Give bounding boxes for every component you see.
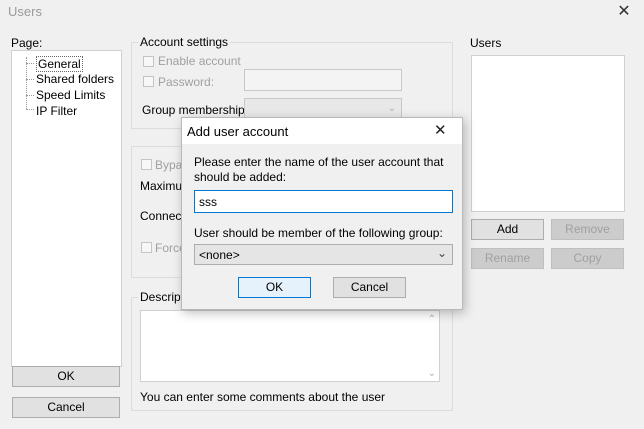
username-input[interactable]: sss bbox=[194, 190, 453, 213]
title-bar bbox=[0, 0, 644, 24]
password-checkbox[interactable] bbox=[143, 76, 154, 87]
dialog-title: Add user account bbox=[187, 124, 289, 139]
page-label: Page: bbox=[11, 36, 43, 50]
users-list[interactable] bbox=[471, 55, 625, 212]
tree-item-ip-filter[interactable]: IP Filter bbox=[36, 104, 77, 118]
enable-account-checkbox[interactable] bbox=[143, 56, 154, 67]
window-close-button[interactable]: ✕ bbox=[604, 0, 644, 24]
close-icon: ✕ bbox=[617, 3, 631, 20]
window-title: Users bbox=[8, 4, 42, 19]
copy-user-button[interactable]: Copy bbox=[551, 248, 624, 269]
description-hint: You can enter some comments about the us… bbox=[140, 390, 386, 404]
tree-item-general[interactable]: General bbox=[36, 56, 83, 72]
page-tree[interactable]: General Shared folders Speed Limits IP F… bbox=[11, 50, 122, 367]
close-icon: ✕ bbox=[434, 122, 447, 139]
username-value: sss bbox=[199, 195, 217, 209]
add-user-button[interactable]: Add bbox=[471, 219, 544, 240]
add-user-dialog: Add user account ✕ Please enter the name… bbox=[181, 117, 463, 310]
group-membership-label: Group membership: bbox=[142, 103, 249, 117]
password-field[interactable] bbox=[244, 69, 402, 91]
tree-connector bbox=[26, 57, 27, 109]
tree-tick bbox=[26, 95, 34, 96]
tree-item-shared-folders[interactable]: Shared folders bbox=[36, 72, 114, 86]
scroll-up-icon[interactable]: ⌃ bbox=[428, 314, 436, 325]
tree-tick bbox=[26, 63, 34, 64]
cancel-button[interactable]: Cancel bbox=[12, 397, 120, 418]
remove-user-button[interactable]: Remove bbox=[551, 219, 624, 240]
users-label: Users bbox=[470, 36, 502, 50]
scroll-down-icon[interactable]: ⌄ bbox=[428, 368, 436, 379]
tree-tick bbox=[26, 109, 34, 110]
dialog-cancel-button[interactable]: Cancel bbox=[333, 277, 406, 298]
chevron-down-icon: ⌄ bbox=[387, 103, 396, 114]
dialog-close-button[interactable]: ✕ bbox=[434, 121, 447, 139]
description-textarea[interactable]: ⌃ ⌄ bbox=[140, 310, 440, 382]
chevron-down-icon: ⌄ bbox=[436, 246, 447, 260]
dialog-ok-button[interactable]: OK bbox=[238, 277, 311, 298]
password-label: Password: bbox=[158, 75, 215, 89]
bypass-checkbox[interactable] bbox=[141, 159, 152, 170]
group-select[interactable]: <none> ⌄ bbox=[194, 244, 453, 265]
enable-account-label: Enable account bbox=[158, 54, 241, 68]
group-prompt: User should be member of the following g… bbox=[194, 226, 443, 240]
dialog-prompt: Please enter the name of the user accoun… bbox=[194, 155, 444, 184]
tree-item-speed-limits[interactable]: Speed Limits bbox=[36, 88, 105, 102]
rename-user-button[interactable]: Rename bbox=[471, 248, 544, 269]
ok-button[interactable]: OK bbox=[12, 366, 120, 387]
group-select-value: <none> bbox=[199, 248, 240, 262]
account-settings-legend: Account settings bbox=[138, 35, 231, 49]
force-checkbox[interactable] bbox=[141, 242, 152, 253]
tree-tick bbox=[26, 79, 34, 80]
